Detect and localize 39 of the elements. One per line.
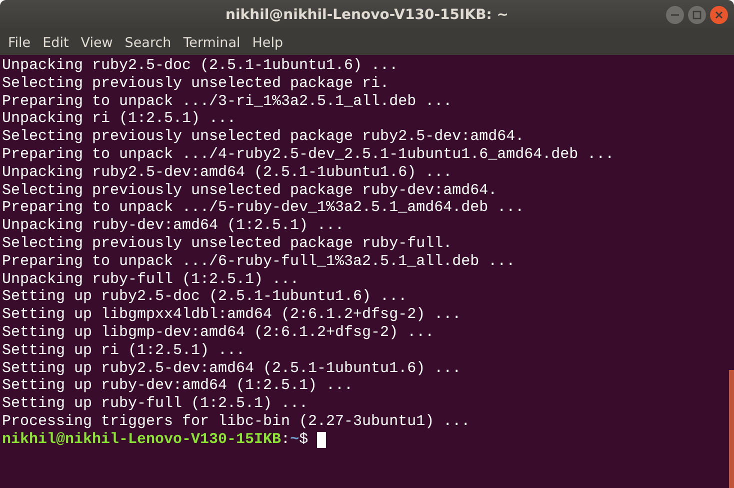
window-title: nikhil@nikhil-Lenovo-V130-15IKB: ~ (226, 7, 508, 23)
terminal-line: Setting up ruby2.5-dev:amd64 (2.5.1-1ubuntu1.6) ... (2, 360, 462, 378)
terminal-line: Setting up ri (1:2.5.1) ... (2, 342, 246, 360)
menu-item[interactable]: Terminal (177, 34, 246, 50)
terminal-line: Setting up libgmp-dev:amd64 (2:6.1.2+dfsg-2) ... (2, 324, 434, 342)
terminal-line: Selecting previously unselected package ruby-full. (2, 234, 452, 253)
close-button[interactable] (710, 6, 728, 24)
menu-item[interactable]: Edit (36, 34, 75, 50)
menu-item[interactable]: Search (118, 34, 178, 50)
terminal-line: Setting up ruby2.5-doc (2.5.1-1ubuntu1.6) ... (2, 288, 408, 306)
terminal-line: Preparing to unpack .../5-ruby-dev_1%3a2.5.1_amd64.deb ... (2, 199, 524, 218)
terminal-line: Unpacking ruby-full (1:2.5.1) ... (2, 270, 300, 288)
terminal-line: Selecting previously unselected package ruby2.5-dev:amd64. (2, 128, 524, 146)
maximize-icon (692, 10, 702, 20)
maximize-button[interactable] (688, 6, 706, 24)
terminal-line: Unpacking ruby2.5-doc (2.5.1-1ubuntu1.6) ... (2, 57, 398, 75)
terminal-line: Selecting previously unselected package ruby-dev:amd64. (2, 182, 498, 200)
terminal-line: Selecting previously unselected package ri. (2, 74, 390, 93)
scrollbar-thumb[interactable] (729, 370, 734, 488)
terminal-line: Setting up libgmpxx4ldbl:amd64 (2:6.1.2+dfsg-2) ... (2, 306, 462, 324)
prompt-symbol: $ (299, 430, 308, 449)
prompt-path: ~ (290, 430, 300, 449)
prompt-user-host: nikhil@nikhil-Lenovo-V130-15IKB (2, 430, 282, 449)
terminal-line: Unpacking ruby2.5-dev:amd64 (2.5.1-1ubuntu1.6) ... (2, 164, 452, 182)
terminal-line: Processing triggers for libc-bin (2.27-3ubuntu1) ... (2, 412, 470, 431)
terminal-line: Unpacking ruby-dev:amd64 (1:2.5.1) ... (2, 217, 344, 235)
menu-item[interactable]: Help (246, 34, 290, 50)
terminal-line: Setting up ruby-dev:amd64 (1:2.5.1) ... (2, 377, 354, 396)
close-icon (714, 10, 724, 20)
terminal-line: Preparing to unpack .../3-ri_1%3a2.5.1_all.deb ... (2, 92, 452, 110)
terminal-line: Setting up ruby-full (1:2.5.1) ... (2, 395, 308, 413)
menu-item[interactable]: File (2, 34, 37, 50)
prompt-separator: : (281, 430, 290, 449)
terminal-line: Preparing to unpack .../4-ruby2.5-dev_2.5.1-1ubuntu1.6_amd64.deb ... (2, 146, 614, 164)
minimize-button[interactable] (666, 6, 684, 24)
text-cursor (317, 432, 326, 448)
terminal-line: Unpacking ri (1:2.5.1) ... (2, 110, 236, 128)
menu-item[interactable]: View (74, 34, 119, 50)
terminal-line: Preparing to unpack .../6-ruby-full_1%3a2.5.1_all.deb ... (2, 252, 516, 271)
